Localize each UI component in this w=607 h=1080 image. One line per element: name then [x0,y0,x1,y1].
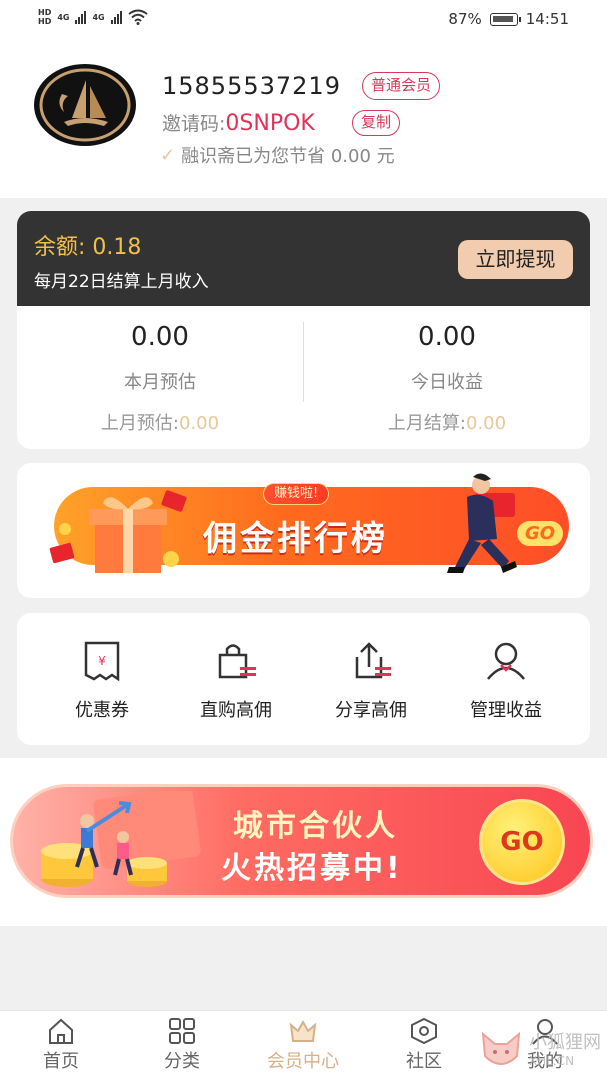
balance-amount: 余额: 0.18 [34,235,142,260]
commission-ranking-card[interactable]: 赚钱啦! 佣金排行榜 GO [17,463,590,598]
last-month-settle-label: 上月结算: [387,413,466,434]
rank-tag: 赚钱啦! [263,483,330,505]
partner-subtitle: 火热招募中! [221,851,403,886]
menu-label-direct-buy: 直购高佣 [200,700,272,721]
signal-icon-2 [110,10,122,24]
partner-section: 城市合伙人 火热招募中! GO [0,758,607,926]
wifi-icon [128,9,148,25]
month-estimate-label: 本月预估 [124,372,196,393]
today-income-stat[interactable]: 0.00 今日收益 上月结算:0.00 [304,306,590,449]
v-check-icon: ✓ [160,144,176,166]
earnings-menu: ¥ 优惠券 直购高佣 分享高佣 管理收益 [17,613,590,745]
partner-go-button[interactable]: GO [479,799,565,885]
coupon-icon: ¥ [84,641,120,682]
hd-labels: HD HD [38,8,51,26]
status-left: HD HD 4G 4G [38,8,148,26]
shopping-bag-icon [218,644,256,679]
last-month-estimate-value: 0.00 [179,413,220,434]
last-month-estimate: 上月预估:0.00 [17,409,303,435]
coins-illustration-icon [41,791,201,887]
home-icon [49,1018,73,1044]
hd-label-2: HD [38,17,52,26]
menu-item-coupons[interactable]: ¥ 优惠券 [37,639,167,729]
savings-row: ✓ 融识斋已为您节省 0.00 元 [160,142,395,168]
nav-label-member-center: 会员中心 [267,1051,339,1072]
menu-item-manage-earnings[interactable]: 管理收益 [441,639,571,729]
nav-member-center[interactable]: 会员中心 [253,1017,353,1077]
month-estimate-value: 0.00 [131,322,189,352]
nav-label-home: 首页 [43,1051,79,1072]
menu-label-coupons: 优惠券 [75,700,129,721]
watermark-text-block: 小狐狸网 XHL.CN [529,1032,601,1068]
network-label-1: 4G [57,12,70,22]
today-income-value: 0.00 [418,322,476,352]
watermark-url: XHL.CN [529,1054,575,1068]
user-phone: 15855537219 [162,72,341,100]
rank-go-button[interactable]: GO [517,521,564,546]
community-icon [411,1017,437,1045]
nav-category[interactable]: 分类 [132,1017,232,1077]
watermark-text: 小狐狸网 [529,1032,601,1053]
member-level-badge: 普通会员 [362,72,441,100]
hd-label-1: HD [38,8,52,17]
balance-card: 余额: 0.18 每月22日结算上月收入 立即提现 0.00 本月预估 上月预估… [17,211,590,449]
invite-code-label: 邀请码: [162,113,226,135]
last-month-estimate-label: 上月预估: [100,413,179,434]
menu-item-direct-buy[interactable]: 直购高佣 [171,639,301,729]
invite-code: 0SNPOK [225,111,315,136]
rank-title: 佣金排行榜 [203,519,388,559]
user-icon [487,642,525,680]
network-label-2: 4G [92,12,105,22]
grid-icon [169,1018,195,1044]
fox-logo-icon [481,1031,521,1065]
month-estimate-stat[interactable]: 0.00 本月预估 上月预估:0.00 [17,306,303,449]
settlement-note: 每月22日结算上月收入 [34,272,209,292]
copy-invite-button[interactable]: 复制 [352,110,401,136]
last-month-settlement: 上月结算:0.00 [304,409,590,435]
avatar[interactable] [34,64,136,146]
logo-icon [39,68,131,142]
status-bar: HD HD 4G 4G 87% 14:51 [0,0,607,42]
battery-percent: 87% [448,10,482,28]
crown-icon [289,1019,317,1042]
profile-header: 15855537219 普通会员 邀请码:0SNPOK 复制 ✓ 融识斋已为您节… [0,42,607,198]
battery-icon [489,12,521,26]
status-right: 87% 14:51 [448,10,569,28]
menu-label-share: 分享高佣 [335,700,407,721]
menu-item-share[interactable]: 分享高佣 [306,639,436,729]
last-month-settle-value: 0.00 [466,413,507,434]
svg-text:¥: ¥ [98,654,106,668]
share-icon [355,642,391,679]
clock: 14:51 [525,10,569,28]
signal-icon [75,10,87,24]
nav-label-category: 分类 [164,1051,200,1072]
partner-title: 城市合伙人 [233,809,398,844]
menu-label-manage-earnings: 管理收益 [470,700,542,721]
withdraw-button[interactable]: 立即提现 [458,240,573,279]
today-income-label: 今日收益 [411,372,483,393]
savings-text: 融识斋已为您节省 0.00 元 [181,146,395,167]
businessman-icon [447,473,517,573]
invite-code-row: 邀请码:0SNPOK [162,109,315,136]
nav-community[interactable]: 社区 [374,1017,474,1077]
nav-label-community: 社区 [406,1051,442,1072]
balance-header: 余额: 0.18 每月22日结算上月收入 立即提现 [17,211,590,306]
gift-box-icon [49,490,187,573]
city-partner-banner[interactable]: 城市合伙人 火热招募中! GO [10,784,593,898]
nav-home[interactable]: 首页 [11,1017,111,1077]
watermark: 小狐狸网 XHL.CN [479,1028,601,1072]
